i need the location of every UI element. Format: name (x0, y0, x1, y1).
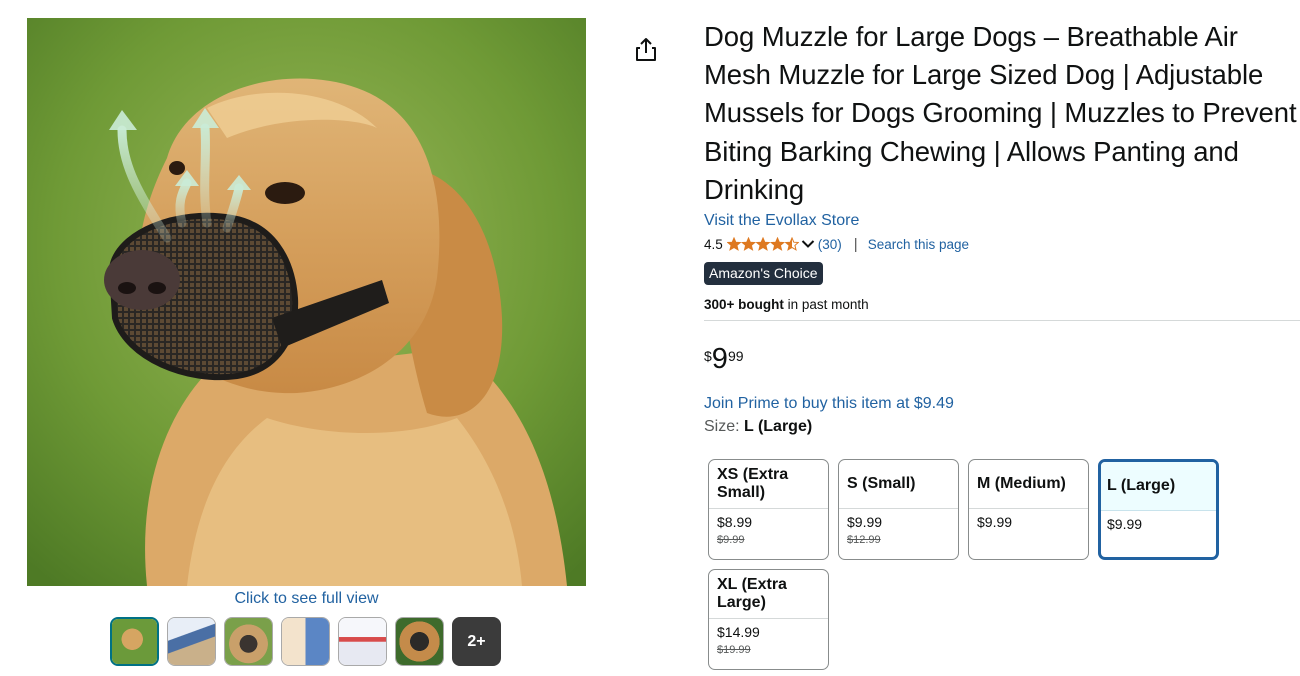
size-option-name: XL (Extra Large) (709, 570, 828, 619)
muzzle-features-infographic-icon (168, 618, 215, 665)
size-option-l[interactable]: L (Large) $9.99 (1098, 459, 1219, 560)
search-this-page-link[interactable]: Search this page (868, 237, 969, 252)
size-option-s[interactable]: S (Small) $9.99 $12.99 (838, 459, 959, 560)
size-option-name: S (Small) (839, 460, 958, 509)
size-option-price: $8.99 (717, 514, 753, 530)
amazons-choice-badge: Amazon's Choice (704, 262, 823, 286)
size-option-m[interactable]: M (Medium) $9.99 (968, 459, 1089, 560)
more-images-thumbnail[interactable]: 2+ (452, 617, 501, 666)
size-option-xl[interactable]: XL (Extra Large) $14.99 $19.99 (708, 569, 829, 670)
bought-period: in past month (783, 297, 869, 313)
thumbnail-3[interactable] (224, 617, 273, 666)
separator: | (853, 235, 858, 253)
size-option-xs[interactable]: XS (Extra Small) $8.99 $9.99 (708, 459, 829, 560)
bought-count: 300+ bought (704, 297, 784, 313)
thumbnail-2[interactable] (167, 617, 216, 666)
thumbnail-5[interactable] (338, 617, 387, 666)
muzzle-use-cases-grid-icon (282, 618, 329, 665)
size-option-price: $9.99 (1107, 516, 1143, 532)
divider (704, 320, 1300, 322)
golden-retriever-muzzle-photo-icon (112, 619, 157, 664)
size-option-price: $14.99 (717, 624, 760, 640)
bought-in-past-month: 300+ bought in past month (704, 297, 1300, 312)
thumbnail-4[interactable] (281, 617, 330, 666)
star-rating-icon[interactable] (726, 237, 799, 251)
thumbnail-6[interactable] (395, 617, 444, 666)
price-whole: 9 (711, 343, 728, 376)
golden-retriever-muzzle-illustration (27, 18, 586, 586)
more-images-count: 2+ (467, 632, 486, 650)
size-option-name: L (Large) (1101, 462, 1216, 511)
share-icon[interactable] (632, 36, 660, 64)
product-info: Dog Muzzle for Large Dogs – Breathable A… (704, 18, 1300, 436)
dog-muzzle-closeup-icon (225, 618, 272, 665)
prime-offer-link[interactable]: Join Prime to buy this item at $9.49 (704, 395, 1300, 413)
size-option-price: $9.99 (977, 514, 1013, 530)
price: $ 9 99 (704, 343, 1300, 377)
rating-count-link[interactable]: (30) (818, 237, 842, 252)
main-product-image[interactable] (27, 18, 586, 586)
full-view-link[interactable]: Click to see full view (27, 590, 586, 608)
store-link[interactable]: Visit the Evollax Store (704, 212, 1300, 230)
selected-size: L (Large) (744, 418, 813, 436)
size-label: Size: (704, 418, 745, 436)
product-title: Dog Muzzle for Large Dogs – Breathable A… (704, 21, 1297, 205)
price-fraction: 99 (727, 348, 744, 365)
price-symbol: $ (704, 348, 712, 365)
size-option-price: $9.99 (847, 514, 883, 530)
size-option-list-price: $12.99 (847, 534, 881, 546)
rating-row: 4.5 (30) | Search this page (704, 235, 1300, 253)
size-option-list-price: $9.99 (717, 534, 745, 546)
thumbnail-1[interactable] (110, 617, 159, 666)
rating-value: 4.5 (704, 236, 723, 252)
size-option-list-price: $19.99 (717, 644, 751, 656)
size-option-name: XS (Extra Small) (709, 460, 828, 509)
dog-wearing-muzzle-outdoor-icon (396, 618, 443, 665)
chevron-down-icon[interactable] (801, 239, 815, 249)
size-option-name: M (Medium) (969, 460, 1088, 509)
size-selection-label: Size: L (Large) (704, 418, 1300, 436)
size-chart-infographic-icon (339, 618, 386, 665)
